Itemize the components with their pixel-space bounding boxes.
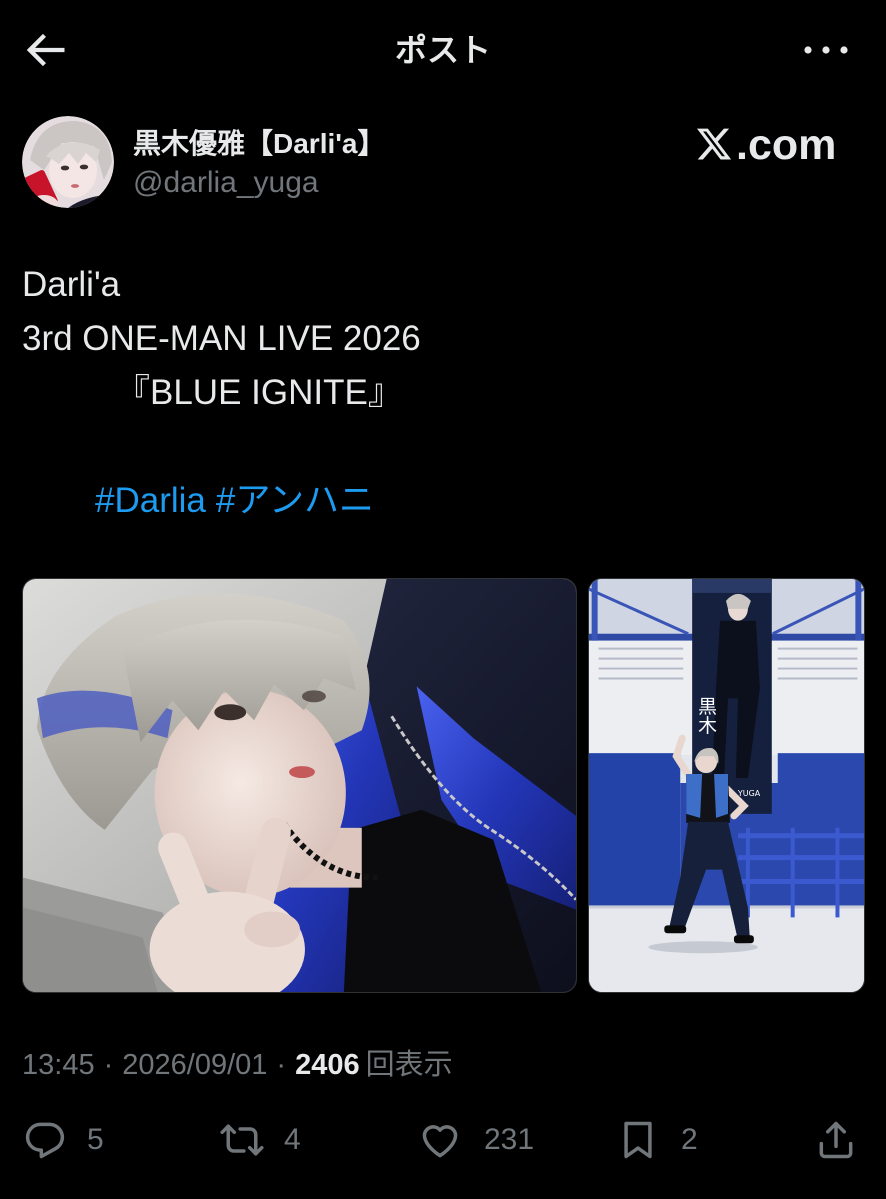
- bookmark-icon[interactable]: [616, 1118, 660, 1162]
- photo-image[interactable]: 黒木 YUGA: [589, 579, 864, 992]
- author-name[interactable]: 黒木優雅【Darli'a】: [133, 127, 385, 161]
- like-count[interactable]: 231: [484, 1122, 534, 1158]
- share-icon[interactable]: [814, 1118, 858, 1162]
- repost-count[interactable]: 4: [284, 1122, 301, 1158]
- like-button[interactable]: [418, 1118, 462, 1162]
- hashtag-link[interactable]: #アンハニ: [216, 481, 374, 520]
- hashtag-link[interactable]: #Darlia: [95, 481, 206, 520]
- bookmark-button[interactable]: [616, 1118, 660, 1162]
- hashtag-line: #Darlia #アンハニ: [22, 474, 862, 528]
- share-button[interactable]: [814, 1118, 858, 1162]
- avatar-image[interactable]: [22, 116, 114, 208]
- reply-button[interactable]: [23, 1118, 67, 1162]
- post-date[interactable]: 2026/09/01: [122, 1049, 267, 1081]
- post-meta: 13:45 · 2026/09/01 · 2406 回表示: [22, 1047, 453, 1083]
- meta-separator: ·: [276, 1049, 287, 1081]
- like-icon[interactable]: [418, 1118, 462, 1162]
- post-line: 3rd ONE-MAN LIVE 2026: [22, 319, 421, 358]
- post-text: Darli'a 3rd ONE-MAN LIVE 2026 『BLUE IGNI…: [22, 258, 862, 528]
- more-button[interactable]: [800, 42, 852, 58]
- more-dots-icon[interactable]: [800, 42, 852, 58]
- page-title: ポスト: [394, 32, 491, 68]
- post-time[interactable]: 13:45: [22, 1049, 95, 1081]
- media-photo-selfie[interactable]: [22, 578, 577, 993]
- banner-name: YUGA: [737, 789, 761, 798]
- author-handle[interactable]: @darlia_yuga: [133, 165, 319, 201]
- repost-button[interactable]: [218, 1118, 266, 1162]
- media-photo-stage[interactable]: 黒木 YUGA: [588, 578, 865, 993]
- view-count-label: 回表示: [365, 1049, 453, 1081]
- x-logo-icon: [696, 128, 732, 160]
- post-line: Darli'a: [22, 265, 121, 304]
- photo-image[interactable]: [23, 579, 576, 992]
- view-count: 2406: [295, 1049, 360, 1081]
- reply-icon[interactable]: [23, 1118, 67, 1162]
- post-line: 『BLUE IGNITE』: [115, 373, 403, 412]
- reply-count[interactable]: 5: [87, 1122, 104, 1158]
- banner-kanji: 黒木: [695, 696, 717, 734]
- repost-icon[interactable]: [218, 1118, 266, 1162]
- meta-separator: ·: [103, 1049, 114, 1081]
- avatar[interactable]: [22, 116, 114, 208]
- logo-suffix: .com: [736, 121, 837, 169]
- avatar-photo: [22, 116, 114, 208]
- x-com-logo: .com: [694, 122, 836, 168]
- bookmark-count[interactable]: 2: [681, 1122, 698, 1158]
